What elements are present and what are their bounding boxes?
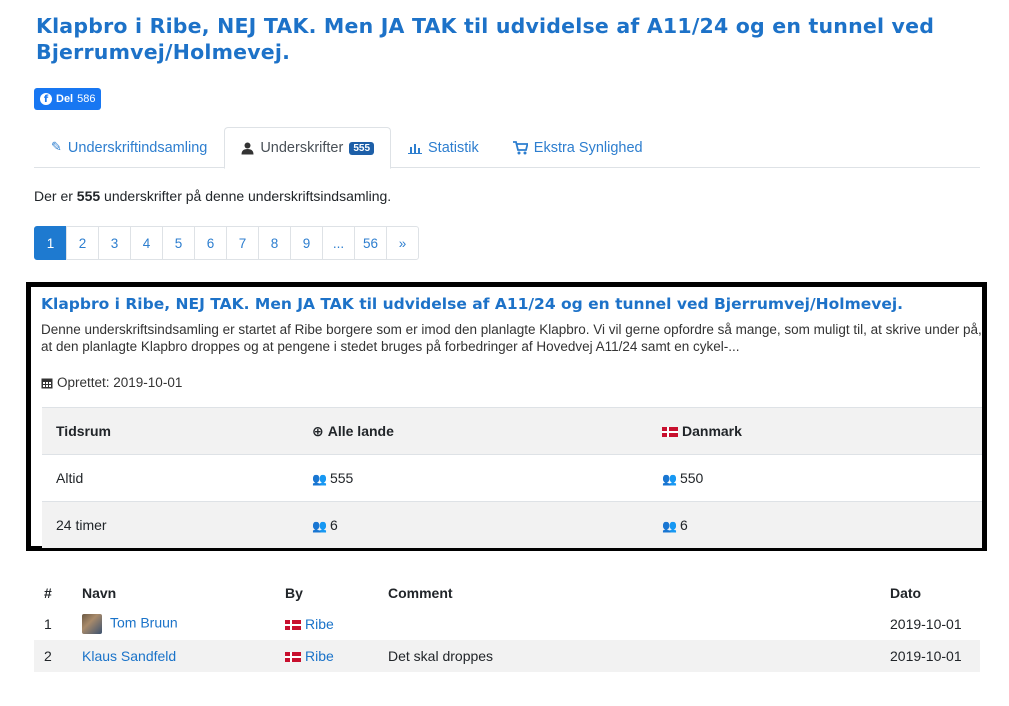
user-icon (241, 142, 254, 154)
avatar (82, 614, 102, 634)
pencil-icon: ✎ (51, 140, 62, 155)
users-icon: 👥 (662, 519, 677, 533)
calendar-icon (41, 378, 53, 388)
col-navn: Navn (82, 585, 117, 601)
denmark-flag-icon (662, 427, 678, 438)
created-label: Oprettet: 2019-10-01 (57, 375, 183, 390)
created-date: Oprettet: 2019-10-01 (41, 375, 182, 390)
stats-header-row: Tidsrum ⊕ Alle lande Danmark (42, 407, 982, 455)
col-number: # (44, 585, 52, 601)
denmark-flag-icon (285, 652, 301, 663)
next-page-button[interactable]: » (386, 226, 419, 260)
row-number: 2 (44, 648, 52, 664)
signer-comment (378, 608, 880, 640)
page-9[interactable]: 9 (290, 226, 323, 260)
page-7[interactable]: 7 (226, 226, 259, 260)
row-number: 1 (44, 616, 52, 632)
globe-icon: ⊕ (312, 423, 324, 440)
col-alle-lande: ⊕ Alle lande (298, 407, 648, 455)
signer-name: Klaus Sandfeld (72, 640, 275, 672)
card-description: Denne underskriftsindsamling er startet … (41, 322, 982, 354)
table-row: 2 Klaus Sandfeld Ribe Det skal droppes 2… (34, 640, 980, 672)
signed-date: 2019-10-01 (890, 616, 962, 632)
page-1[interactable]: 1 (34, 226, 67, 260)
tab-statistik[interactable]: Statistik (391, 127, 496, 168)
users-icon: 👥 (662, 472, 677, 486)
signature-summary: Der er 555 underskrifter på denne unders… (34, 188, 392, 204)
stats-row: 24 timer 👥 6 👥 6 (42, 501, 982, 548)
users-icon: 👥 (312, 519, 327, 533)
signer-city: Ribe (275, 640, 378, 672)
signer-link[interactable]: Klaus Sandfeld (82, 648, 176, 664)
tab-label: Statistik (428, 139, 479, 156)
signer-comment: Det skal droppes (388, 648, 494, 664)
signature-count-badge: 555 (349, 141, 375, 155)
tab-label: Underskriftindsamling (67, 139, 208, 156)
tab-ekstra-synlighed[interactable]: Ekstra Synlighed (496, 127, 660, 168)
table-row: 1 Tom Bruun Ribe 2019-10-01 (34, 608, 980, 640)
facebook-icon: f (40, 93, 52, 105)
card-title-link[interactable]: Klapbro i Ribe, NEJ TAK. Men JA TAK til … (41, 295, 903, 313)
denmark-flag-icon (285, 620, 301, 631)
col-by: By (285, 585, 303, 601)
petition-card: Klapbro i Ribe, NEJ TAK. Men JA TAK til … (26, 282, 987, 551)
tab-label: Ekstra Synlighed (533, 139, 643, 156)
share-label: Del (56, 93, 74, 105)
page-4[interactable]: 4 (130, 226, 163, 260)
stats-row: Altid 👥 555 👥 550 (42, 454, 982, 502)
tab-underskrifter[interactable]: Underskrifter 555 (224, 127, 392, 169)
bar-chart-icon (408, 143, 423, 154)
signer-name: Tom Bruun (72, 608, 275, 640)
page-5[interactable]: 5 (162, 226, 195, 260)
tab-underskriftindsamling[interactable]: ✎ Underskriftindsamling (34, 127, 224, 168)
denmark-count: 👥 550 (648, 454, 982, 502)
share-count: 586 (77, 93, 96, 105)
signer-city: Ribe (275, 608, 378, 640)
col-tidsrum: Tidsrum (42, 407, 298, 455)
period: 24 timer (42, 501, 298, 548)
page-8[interactable]: 8 (258, 226, 291, 260)
tab-label: Underskrifter (260, 140, 344, 156)
tab-bar: ✎ Underskriftindsamling Underskrifter 55… (34, 127, 980, 169)
page-ellipsis[interactable]: ... (322, 226, 355, 260)
users-icon: 👥 (312, 472, 327, 486)
signer-link[interactable]: Tom Bruun (110, 615, 178, 631)
signatures-header-row: # Navn By Comment Dato (34, 578, 980, 608)
city-link[interactable]: Ribe (305, 616, 334, 632)
col-dato: Dato (890, 585, 922, 601)
col-danmark: Danmark (648, 407, 982, 455)
denmark-count: 👥 6 (648, 501, 982, 548)
page-3[interactable]: 3 (98, 226, 131, 260)
city-link[interactable]: Ribe (305, 648, 334, 664)
facebook-share-button[interactable]: f Del 586 (34, 88, 102, 110)
signed-date: 2019-10-01 (890, 648, 962, 664)
page-2[interactable]: 2 (66, 226, 99, 260)
pagination: 1 2 3 4 5 6 7 8 9 ... 56 » (34, 226, 419, 260)
all-countries-count: 👥 555 (298, 454, 648, 502)
all-countries-count: 👥 6 (298, 501, 648, 548)
col-comment: Comment (388, 585, 453, 601)
stats-table: Tidsrum ⊕ Alle lande Danmark Altid 👥 555 👥… (42, 407, 982, 548)
period: Altid (42, 454, 298, 502)
page-6[interactable]: 6 (194, 226, 227, 260)
summary-count: 555 (76, 188, 101, 204)
page-56[interactable]: 56 (354, 226, 387, 260)
signatures-table: # Navn By Comment Dato 1 Tom Bruun Ribe … (34, 578, 980, 672)
cart-icon (512, 140, 528, 154)
page-title: Klapbro i Ribe, NEJ TAK. Men JA TAK til … (36, 14, 935, 64)
